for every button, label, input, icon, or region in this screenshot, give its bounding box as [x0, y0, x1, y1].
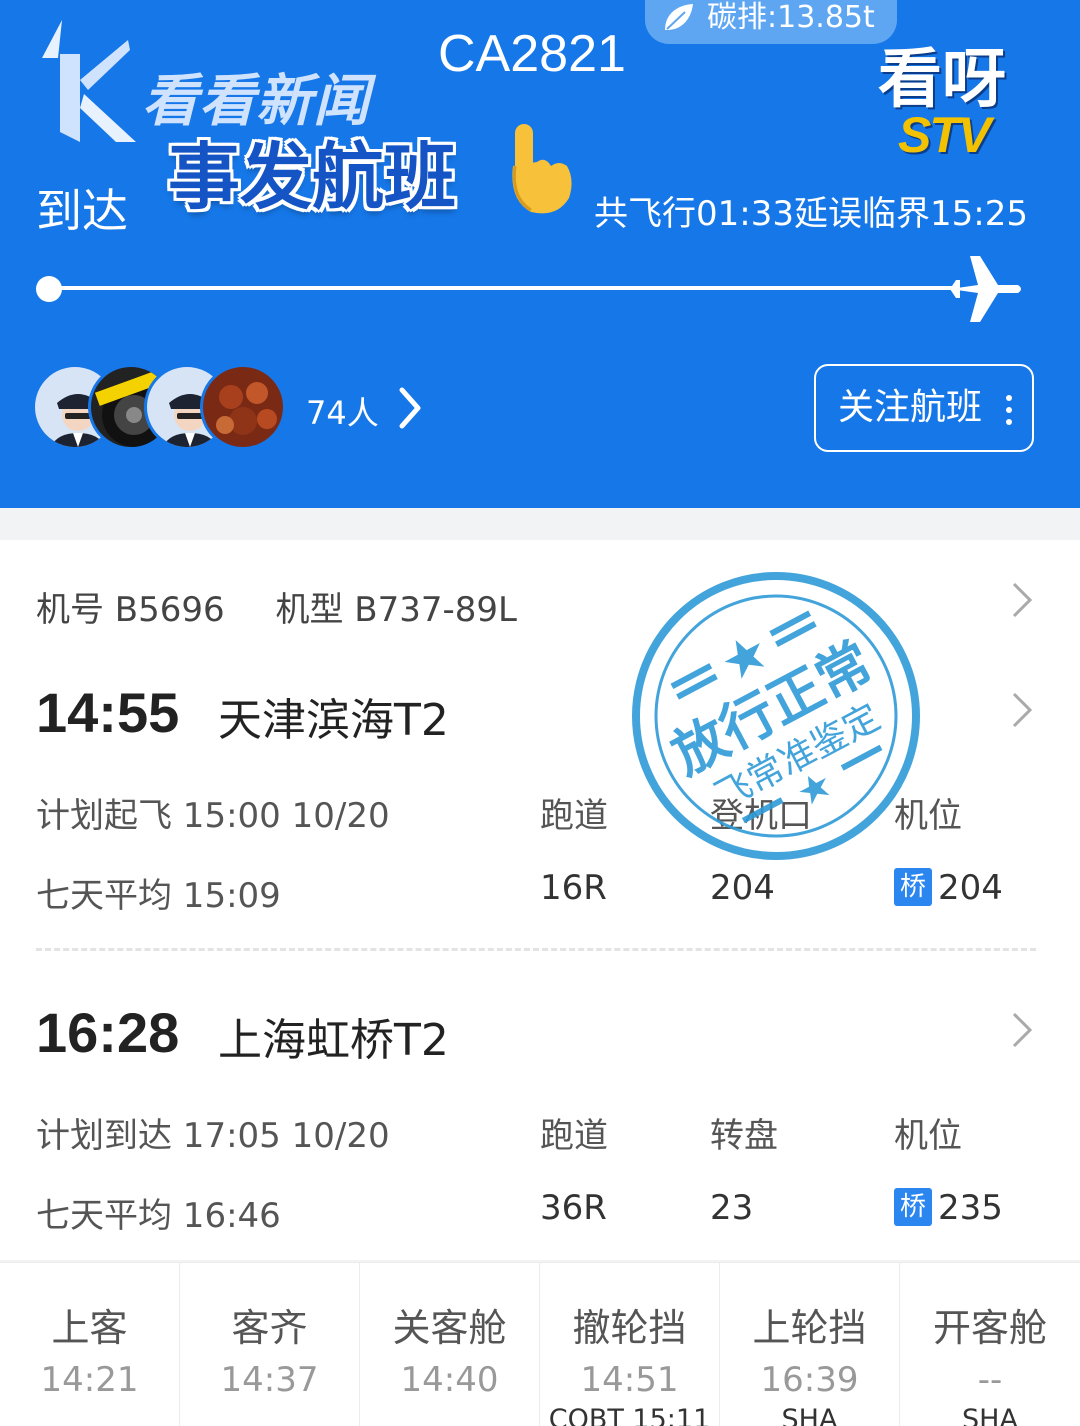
pointing-finger-icon — [512, 124, 572, 214]
bridge-badge: 桥 — [894, 1187, 932, 1226]
timeline-item[interactable]: 客齐 14:37 — [180, 1263, 360, 1426]
timeline-label: 上轮挡 — [752, 1306, 867, 1350]
timeline-item[interactable]: 关客舱 14:40 — [360, 1263, 540, 1426]
timeline-label: 客齐 — [231, 1306, 308, 1350]
timeline-time: 14:21 — [40, 1360, 139, 1400]
aircraft-info[interactable]: 机号 B5696 机型 B737-89L — [36, 582, 557, 631]
departure-stand: 桥 204 — [894, 867, 1003, 909]
passenger-avatars[interactable] — [32, 364, 292, 450]
follow-flight-button[interactable]: 关注航班 — [814, 364, 1034, 452]
runway-label: 跑道 — [540, 796, 608, 836]
arrival-scheduled: 计划到达 17:05 10/20 — [36, 1116, 390, 1156]
aircraft-type: 机型 B737-89L — [275, 590, 517, 630]
stv-logo: 看呀 STV — [872, 18, 1042, 168]
aircraft-registration: 机号 B5696 — [36, 590, 225, 630]
stand-label: 机位 — [894, 1116, 962, 1156]
runway-label: 跑道 — [540, 1116, 608, 1156]
carousel-label: 转盘 — [710, 1116, 778, 1156]
timeline-sub: SHA — [781, 1404, 838, 1426]
flight-number: CA2821 — [438, 25, 626, 83]
arrival-time: 16:28 — [36, 1001, 180, 1064]
follow-flight-label: 关注航班 — [838, 387, 983, 428]
timeline-label: 上客 — [51, 1306, 128, 1350]
flight-duration-info: 共飞行01:33延误临界15:25 — [594, 194, 1028, 234]
airplane-icon — [950, 256, 1021, 322]
timeline-time: 16:39 — [760, 1360, 859, 1400]
passenger-count[interactable]: 74人 — [306, 388, 379, 434]
progress-origin-dot — [36, 276, 62, 302]
arrival-stand-number: 235 — [938, 1188, 1003, 1228]
bridge-badge: 桥 — [894, 867, 932, 906]
departure-scheduled: 计划起飞 15:00 10/20 — [36, 796, 390, 836]
departure-airport[interactable]: 天津滨海T2 — [218, 684, 449, 748]
departure-seven-day-average: 七天平均 15:09 — [36, 876, 281, 916]
incident-flight-tag: 事发航班 — [168, 135, 457, 219]
release-normal-stamp: 放行正常 飞常准鉴定 — [632, 572, 920, 860]
arrival-runway: 36R — [540, 1188, 607, 1228]
chevron-right-icon[interactable] — [396, 386, 424, 430]
timeline-sub: COBT 15:11 — [548, 1404, 711, 1426]
arrival-carousel: 23 — [710, 1188, 754, 1228]
arrival-airport[interactable]: 上海虹桥T2 — [218, 1004, 449, 1068]
timeline-item[interactable]: 上客 14:21 — [0, 1263, 180, 1426]
stv-logo-bottom: STV — [898, 107, 991, 163]
kankan-logo-icon — [42, 20, 136, 142]
boarding-timeline: 上客 14:21 客齐 14:37 关客舱 14:40 撤轮挡 14:51 CO… — [0, 1262, 1080, 1426]
timeline-time: -- — [977, 1360, 1003, 1400]
departure-stand-number: 204 — [938, 868, 1003, 908]
timeline-label: 撤轮挡 — [572, 1306, 687, 1350]
chevron-right-icon[interactable] — [1010, 690, 1034, 730]
chevron-right-icon[interactable] — [1010, 580, 1034, 620]
carbon-badge[interactable]: 碳排:13.85t — [645, 0, 897, 44]
timeline-time: 14:51 — [580, 1360, 679, 1400]
arrival-stand: 桥 235 — [894, 1187, 1003, 1229]
flight-header: 看看新闻 到达 CA2821 碳排:13.85t 事发航班 看呀 STV 共飞行… — [0, 0, 1080, 508]
timeline-item[interactable]: 开客舱 -- SHA — [900, 1263, 1080, 1426]
departure-time: 14:55 — [36, 681, 180, 744]
leaf-icon — [665, 4, 693, 30]
timeline-time: 14:37 — [220, 1360, 319, 1400]
section-divider — [36, 948, 1036, 951]
timeline-label: 关客舱 — [392, 1306, 507, 1350]
departure-gate: 204 — [710, 868, 775, 908]
flight-progress-bar — [48, 286, 958, 290]
avatar — [200, 364, 286, 450]
timeline-time: 14:40 — [400, 1360, 499, 1400]
departure-runway: 16R — [540, 868, 607, 908]
arrival-seven-day-average: 七天平均 16:46 — [36, 1196, 281, 1236]
arrive-status-label: 到达 — [36, 184, 128, 238]
timeline-item[interactable]: 上轮挡 16:39 SHA — [720, 1263, 900, 1426]
timeline-item[interactable]: 撤轮挡 14:51 COBT 15:11 — [540, 1263, 720, 1426]
timeline-label: 开客舱 — [932, 1306, 1047, 1350]
more-options-icon — [1006, 395, 1012, 425]
chevron-right-icon[interactable] — [1010, 1010, 1034, 1050]
carbon-value: 碳排:13.85t — [707, 0, 875, 35]
timeline-sub: SHA — [962, 1404, 1018, 1426]
